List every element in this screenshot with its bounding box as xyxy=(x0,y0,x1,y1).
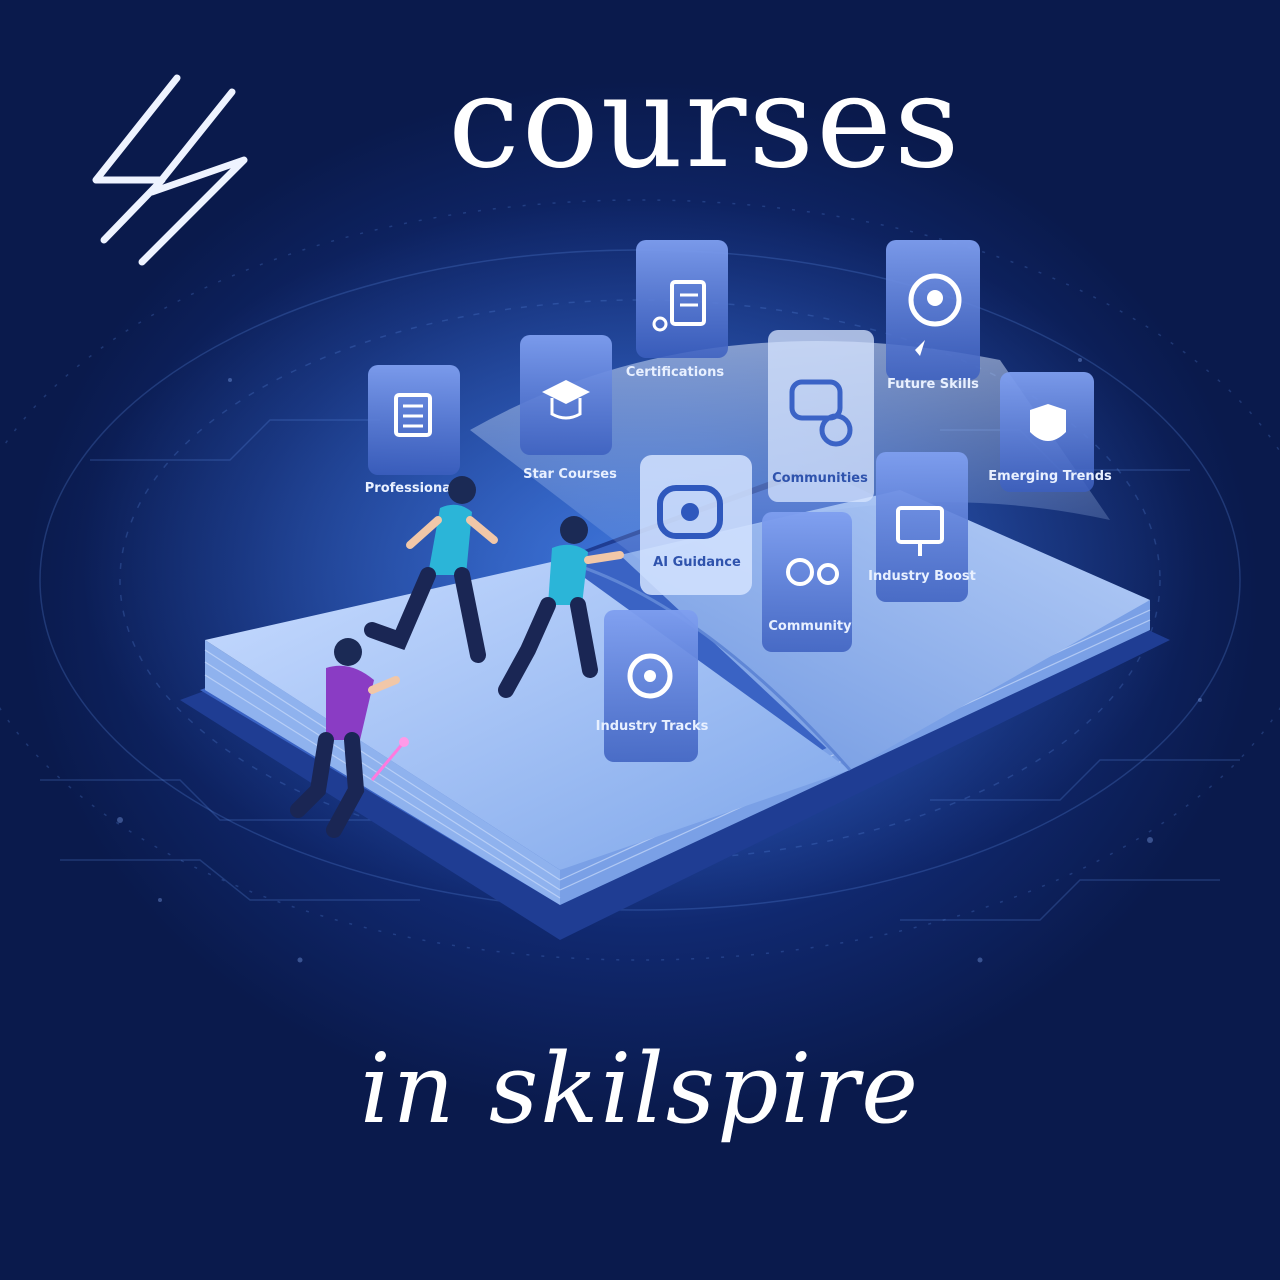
card-label-industry-boost: Industry Boost xyxy=(868,569,976,584)
card-label-community: Community xyxy=(768,619,852,634)
card-industry-tracks: Industry Tracks xyxy=(596,610,709,762)
card-communities: Communities xyxy=(768,330,874,502)
card-industry-boost: Industry Boost xyxy=(868,452,976,602)
card-emerging-trends: Emerging Trends xyxy=(988,372,1112,492)
poster: courses Professionals Star Courses Certi… xyxy=(0,0,1280,1280)
card-ai-guidance: AI Guidance xyxy=(640,455,752,595)
card-future-skills: Future Skills xyxy=(886,240,980,392)
card-label-ai-guidance: AI Guidance xyxy=(653,555,741,570)
card-community: Community xyxy=(762,512,852,652)
card-label-communities: Communities xyxy=(772,471,868,486)
page-subtitle: in skilspire xyxy=(359,1033,920,1145)
card-label-industry-tracks: Industry Tracks xyxy=(596,719,709,734)
card-professionals: Professionals xyxy=(365,365,463,496)
card-label-certifications: Certifications xyxy=(626,365,724,380)
shield-star-icon xyxy=(1030,404,1066,441)
card-label-star-courses: Star Courses xyxy=(523,467,617,482)
card-label-emerging-trends: Emerging Trends xyxy=(988,469,1112,484)
card-label-future-skills: Future Skills xyxy=(887,377,979,392)
